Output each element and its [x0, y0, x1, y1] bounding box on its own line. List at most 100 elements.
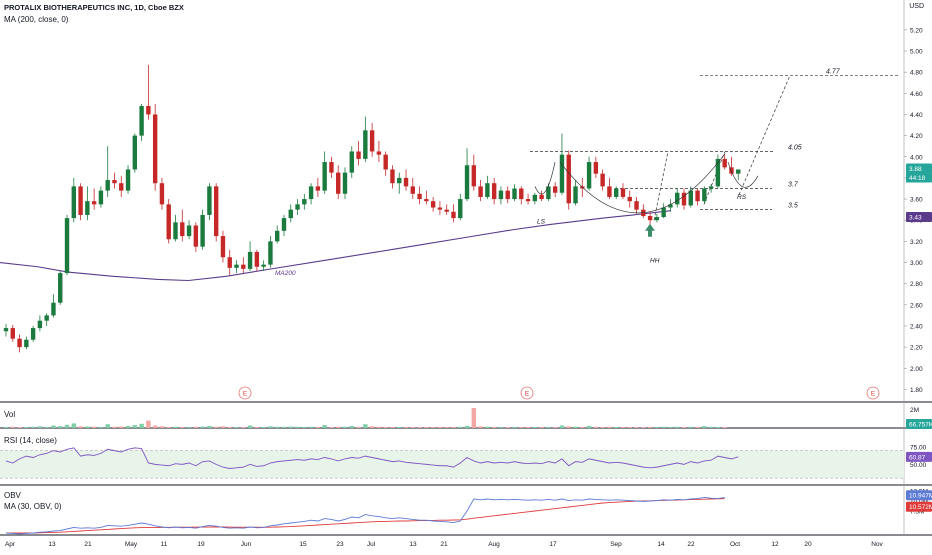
time-tick-label: Jul — [367, 541, 376, 548]
candle-body — [444, 209, 449, 212]
candle-body — [525, 199, 531, 202]
volume-bar — [532, 426, 538, 428]
candle-body — [51, 302, 56, 316]
candle-body — [654, 217, 660, 221]
price-tick-label: 5.00 — [910, 49, 923, 56]
time-tick-label: 13 — [409, 541, 417, 548]
volume-bar — [125, 425, 131, 428]
candle-body — [573, 186, 578, 204]
volume-bar — [478, 426, 483, 428]
volume-bar — [193, 426, 199, 428]
volume-bar — [302, 426, 307, 428]
rsi-legend[interactable]: RSI (14, close) — [4, 436, 57, 445]
candle-body — [139, 106, 144, 136]
candle-body — [254, 251, 260, 267]
obv-line — [5, 496, 725, 535]
volume-bar — [702, 426, 707, 428]
last-price-badge: 3.88 — [909, 166, 922, 173]
candle-body — [288, 209, 293, 219]
earnings-marker-label: E — [243, 391, 248, 398]
candle-body — [234, 264, 239, 268]
candle-body — [315, 186, 321, 191]
volume-bar — [241, 426, 246, 428]
obv-ma-line — [6, 498, 725, 534]
volume-bar — [254, 426, 260, 428]
currency-label[interactable]: USD — [909, 3, 924, 10]
volume-bar — [539, 427, 544, 428]
obv-ma-badge: 10.572M — [909, 504, 932, 511]
candle-body — [207, 186, 212, 215]
volume-bar — [525, 427, 531, 428]
right-shoulder-label: RS — [737, 194, 747, 201]
ma-legend[interactable]: MA (200, close, 0) — [4, 15, 68, 24]
obv-legend[interactable]: OBV — [4, 491, 21, 500]
volume-bar — [166, 426, 171, 428]
volume-bar — [586, 425, 592, 428]
candle-body — [261, 264, 266, 267]
volume-bar — [417, 426, 422, 428]
countdown-badge: 44:18 — [909, 175, 926, 182]
volume-bar — [58, 426, 63, 428]
price-tick-label: 3.00 — [910, 260, 923, 267]
level-label-3.7: 3.7 — [788, 181, 799, 188]
volume-bar — [437, 426, 443, 428]
candle-body — [424, 199, 429, 202]
price-tick-label: 2.40 — [910, 323, 923, 330]
volume-bar — [552, 427, 558, 428]
candle-body — [708, 186, 714, 189]
volume-bar — [363, 424, 368, 428]
volume-bar — [722, 427, 727, 428]
candle-body — [566, 154, 571, 204]
chart-root[interactable]: 5.205.004.804.604.404.204.003.803.603.40… — [0, 0, 932, 550]
candle-body — [647, 215, 653, 221]
volume-bar — [234, 427, 239, 428]
time-tick-label: 22 — [687, 541, 695, 548]
volume-bar — [64, 424, 70, 428]
volume-bar — [397, 427, 402, 428]
candle-body — [78, 186, 83, 215]
obv-ma-legend[interactable]: MA (30, OBV, 0) — [4, 502, 62, 511]
volume-legend[interactable]: Vol — [4, 410, 15, 419]
left-shoulder-arc — [534, 161, 556, 195]
volume-bar — [681, 426, 687, 428]
candle-body — [722, 158, 727, 168]
candle-body — [369, 130, 375, 152]
rsi-badge: 60.87 — [909, 454, 926, 461]
candle-body — [329, 162, 334, 173]
volume-bar — [708, 426, 714, 428]
volume-bar — [444, 427, 449, 428]
volume-bar — [620, 426, 626, 428]
candle-body — [383, 154, 388, 170]
volume-bar — [627, 427, 632, 428]
volume-bar — [98, 426, 104, 428]
candle-body — [64, 218, 70, 274]
volume-bar — [213, 426, 219, 428]
obv-badge: 10.947M — [909, 493, 932, 500]
volume-bar — [600, 426, 605, 428]
candle-body — [322, 162, 327, 191]
candle-body — [736, 169, 741, 174]
volume-bar — [24, 426, 29, 428]
volume-bar — [146, 420, 151, 428]
volume-bar — [566, 426, 571, 428]
volume-bar — [383, 426, 388, 428]
candle-body — [390, 169, 395, 184]
ma-value-badge: 3.43 — [909, 215, 922, 222]
price-tick-label: 2.60 — [910, 302, 923, 309]
neckline-left — [653, 151, 669, 221]
candle-body — [200, 214, 205, 247]
candle-body — [281, 218, 287, 231]
volume-bar — [614, 426, 619, 428]
volume-bar — [220, 426, 226, 428]
volume-bar — [322, 425, 327, 428]
volume-bar — [308, 426, 314, 428]
time-tick-label: Sep — [610, 541, 622, 548]
symbol-title[interactable]: PROTALIX BIOTHERAPEUTICS INC, 1D, Cboe B… — [4, 3, 184, 12]
candle-body — [614, 188, 619, 197]
candle-body — [180, 222, 185, 237]
time-tick-label: 21 — [84, 541, 92, 548]
time-tick-label: 11 — [161, 541, 168, 548]
candle-body — [10, 328, 15, 339]
chart-canvas[interactable]: 5.205.004.804.604.404.204.003.803.603.40… — [0, 0, 932, 550]
candle-body — [471, 165, 477, 187]
